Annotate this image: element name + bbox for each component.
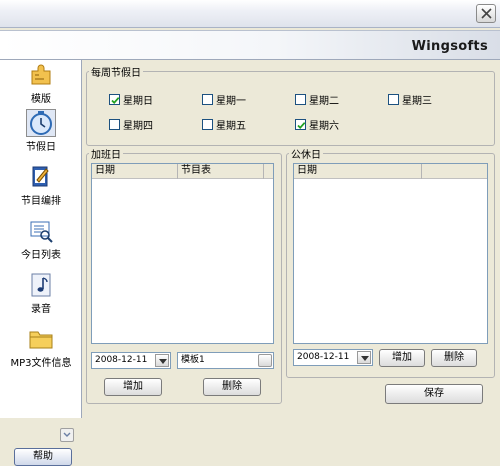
checkbox-label: 星期六 [309, 121, 339, 132]
overtime-add-button[interactable]: 增加 [104, 378, 162, 396]
close-icon [481, 8, 492, 19]
checkbox-tuesday[interactable]: 星期二 [295, 92, 339, 107]
checkbox-label: 星期一 [216, 96, 246, 107]
holiday-date-select[interactable]: 2008-12-11 [293, 349, 373, 366]
overtime-delete-button[interactable]: 删除 [203, 378, 261, 396]
sidebar-item-label: 今日列表 [21, 250, 61, 261]
sidebar-item-holiday[interactable]: 节假日 [0, 109, 82, 153]
column-header-program[interactable]: 节目表 [178, 164, 264, 179]
sidebar: 模版 节假日 节目编排 今日列表 录音 MP3文件信息 帮助 [0, 60, 82, 466]
table-header: 日期 节目表 [92, 164, 273, 179]
search-list-icon [30, 221, 53, 243]
sidebar-item-label: 节目编排 [21, 196, 61, 207]
close-button[interactable] [476, 4, 496, 23]
checkbox-monday[interactable]: 星期一 [202, 92, 246, 107]
brand-logo: Wingsofts [411, 39, 488, 54]
checkbox-box [109, 119, 120, 130]
template-value: 模板1 [181, 355, 205, 365]
template-puzzle-icon [31, 64, 51, 85]
date-value: 2008-12-11 [297, 352, 350, 362]
schedule-edit-icon [32, 166, 49, 187]
checkbox-label: 星期二 [309, 96, 339, 107]
overtime-legend: 加班日 [91, 150, 121, 161]
table-header: 日期 [294, 164, 487, 179]
sidebar-item-label: 节假日 [26, 142, 56, 153]
overtime-date-select[interactable]: 2008-12-11 [91, 352, 171, 369]
window-titlebar [0, 0, 500, 28]
checkbox-box [388, 94, 399, 105]
column-header-date[interactable]: 日期 [92, 164, 178, 179]
checkbox-wednesday[interactable]: 星期三 [388, 92, 432, 107]
checkbox-friday[interactable]: 星期五 [202, 117, 246, 132]
weekly-holiday-legend: 每周节假日 [91, 68, 141, 79]
dropdown-arrow[interactable] [357, 351, 371, 364]
checkmark-icon [111, 97, 120, 105]
public-holiday-table[interactable]: 日期 [293, 163, 488, 344]
sidebar-scroll-down[interactable] [60, 428, 74, 442]
chevron-down-icon [159, 359, 167, 364]
music-note-icon [31, 273, 51, 297]
help-button[interactable]: 帮助 [14, 448, 72, 466]
checkbox-box [109, 94, 120, 105]
sidebar-item-record[interactable]: 录音 [0, 272, 82, 315]
overtime-template-select[interactable]: 模板1 [177, 352, 274, 369]
save-button[interactable]: 保存 [385, 384, 483, 404]
checkbox-label: 星期四 [123, 121, 153, 132]
sidebar-item-label: 模版 [31, 94, 51, 105]
checkbox-box [202, 94, 213, 105]
column-header-date[interactable]: 日期 [294, 164, 422, 179]
holiday-add-button[interactable]: 增加 [379, 349, 425, 367]
holiday-delete-button[interactable]: 删除 [431, 349, 477, 367]
folder-icon [29, 331, 53, 349]
dropdown-arrow[interactable] [155, 354, 169, 367]
checkbox-saturday[interactable]: 星期六 [295, 117, 339, 132]
chevron-down-icon [361, 356, 369, 361]
checkbox-box [295, 119, 306, 130]
checkbox-label: 星期五 [216, 121, 246, 132]
sidebar-item-label: 录音 [31, 304, 51, 315]
clock-icon [26, 109, 56, 137]
checkbox-box [202, 119, 213, 130]
sidebar-item-mp3-info[interactable]: MP3文件信息 [0, 326, 82, 369]
public-holiday-legend: 公休日 [291, 150, 321, 161]
sidebar-item-schedule[interactable]: 节目编排 [0, 164, 82, 207]
main-panel: 每周节假日 星期日 星期一 星期二 星期三 星期四 星期五 星期六 加班日 日期… [83, 60, 500, 418]
checkbox-thursday[interactable]: 星期四 [109, 117, 153, 132]
checkbox-sunday[interactable]: 星期日 [109, 92, 153, 107]
checkbox-box [295, 94, 306, 105]
overtime-table[interactable]: 日期 节目表 [91, 163, 274, 344]
template-picker-button[interactable] [258, 354, 272, 367]
sidebar-item-template[interactable]: 模版 [0, 62, 82, 105]
sidebar-item-today-list[interactable]: 今日列表 [0, 218, 82, 261]
checkbox-label: 星期三 [402, 96, 432, 107]
date-value: 2008-12-11 [95, 355, 148, 365]
sidebar-item-label: MP3文件信息 [10, 358, 72, 369]
checkbox-label: 星期日 [123, 96, 153, 107]
chevron-down-icon [63, 432, 71, 437]
checkmark-icon [297, 122, 306, 130]
header-strip: Wingsofts [0, 30, 500, 60]
